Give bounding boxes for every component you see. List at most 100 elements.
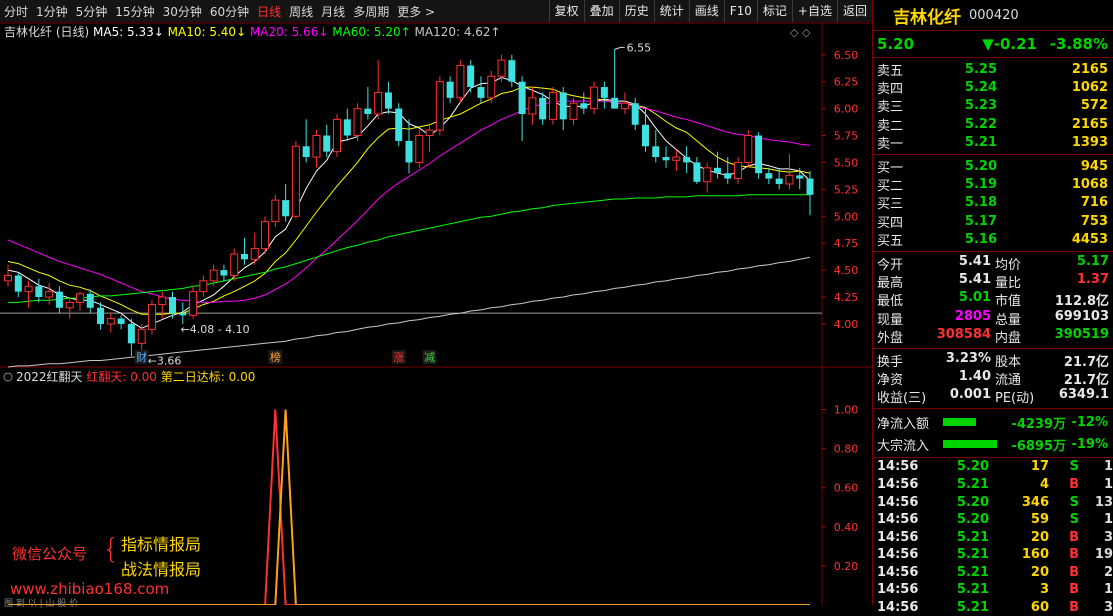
ask-row-4[interactable]: 卖一 5.21 1393 [873,134,1113,152]
price-tick-label: 6.50 [834,49,859,62]
candle[interactable] [456,60,465,104]
stat2-cell: 流通 21.7亿 [991,369,1109,388]
stat-label: 现量 [877,312,904,328]
candle-body [374,91,383,115]
period-tab-2[interactable]: 5分钟 [72,3,112,20]
period-tab-9[interactable]: 多周期 [349,3,393,20]
candle-body [199,280,208,293]
candle-body [744,135,753,163]
tick-count: 13 [1094,494,1113,510]
flow-row-1: 大宗流入 -6895万 -19% [873,433,1113,455]
tick-volume: 4 [1039,476,1049,492]
ma-label-1: MA10: 5.40↓ [168,25,250,39]
flow-bar-track [943,418,1003,427]
book-price: 5.17 [964,213,997,229]
period-tab-3[interactable]: 15分钟 [111,3,158,20]
tick-side: S [1069,459,1079,475]
candle[interactable] [353,103,362,141]
tick-price: 5.21 [956,547,989,563]
tick-row: 14:56 5.21 4 B 1 [873,476,1113,494]
candle[interactable] [548,87,557,125]
toolbar-button-5[interactable]: F10 [723,0,757,22]
toolbar-button-4[interactable]: 画线 [688,0,724,22]
candle-body [652,146,660,158]
ask-row-0[interactable]: 卖五 5.25 2165 [873,60,1113,79]
toolbar-button-2[interactable]: 历史 [618,0,654,22]
candle-body [641,124,649,147]
watermark-line2: 指标情报局 [121,535,202,554]
tick-price: 5.21 [956,564,989,580]
bid-row-1[interactable]: 买二 5.19 1068 [873,175,1113,194]
main-title: 吉林化纤 (日线) [4,25,93,39]
period-tab-7[interactable]: 周线 [285,3,317,20]
candle[interactable] [415,130,424,168]
candle-body [384,92,392,109]
period-tab-8[interactable]: 月线 [317,3,349,20]
candle-body [312,135,321,158]
period-tab-0[interactable]: 分时 [0,3,32,20]
stat-label: 外盘 [877,331,904,347]
bid-row-3[interactable]: 买四 5.17 753 [873,212,1113,231]
tick-volume: 20 [1030,564,1049,580]
tick-volume: 17 [1030,459,1049,475]
indicator-tick-label: 0.20 [834,560,859,573]
indicator-tick-label: 0.80 [834,443,859,456]
period-toolbar: 分时 1分钟 5分钟 15分钟 30分钟 60分钟 日线 周线 月线 多周期 更多 > 复权 叠加 历史… [0,0,872,23]
candle[interactable] [291,140,300,219]
toolbar-button-3[interactable]: 统计 [653,0,689,22]
book-price: 5.23 [964,98,997,114]
candle-body [14,275,22,292]
toolbar-button-7[interactable]: +自选 [791,0,837,22]
book-volume: 1068 [1071,177,1108,193]
tick-side: S [1069,494,1079,510]
badge-0[interactable]: 财 [136,350,147,364]
candle[interactable] [755,132,763,179]
toolbar-button-6[interactable]: 标记 [756,0,792,22]
watermark-cut: 图 到 以 | 山 股 价 [4,599,79,609]
candle[interactable] [435,76,444,136]
candle[interactable] [744,130,753,168]
indicator-tick-label: 0.60 [834,482,859,495]
tick-list[interactable]: 14:56 5.20 17 S 1 14:56 5.21 4 B 1 14:56 5.20 346 S 13… [873,458,1113,616]
period-tab-5[interactable]: 60分钟 [206,3,253,20]
badge-1[interactable]: 榜 [270,350,281,364]
candle[interactable] [261,216,270,254]
candle[interactable] [147,300,156,335]
period-tab-10[interactable]: 更多 > [393,3,439,20]
toolbar-button-8[interactable]: 返回 [836,0,872,22]
stat-value: 3.23% [945,350,991,366]
diamond-icon[interactable]: ◇ ◇ [790,26,811,39]
bid-row-0[interactable]: 买一 5.20 945 [873,157,1113,176]
period-tab-1[interactable]: 1分钟 [32,3,72,20]
candle[interactable] [395,103,403,147]
stat-row-0: 今开 5.41 均价 5.17 [873,254,1113,273]
badge-2[interactable]: 涨 [393,351,404,364]
tick-time: 14:56 [877,459,919,475]
ma-label-0: MA5: 5.33↓ [93,25,168,39]
bid-row-2[interactable]: 买三 5.18 716 [873,194,1113,212]
kline-chart[interactable]: 吉林化纤 (日线) MA5: 5.33↓ MA10: 5.40↓ MA20: 5… [0,22,872,605]
period-tab-6[interactable]: 日线 [253,3,285,20]
toolbar-button-1[interactable]: 叠加 [583,0,619,22]
watermark-brace: { [102,532,120,565]
candle-body [569,102,578,120]
candle-body [487,75,496,99]
tick-volume: 3 [1039,582,1049,598]
badge-3[interactable]: 减 [424,351,435,364]
ask-row-3[interactable]: 卖二 5.22 2165 [873,115,1113,134]
ask-row-2[interactable]: 卖三 5.23 572 [873,97,1113,115]
candle-body [539,97,547,120]
bid-row-4[interactable]: 买五 5.16 4453 [873,231,1113,249]
candle[interactable] [333,113,342,158]
period-tab-4[interactable]: 30分钟 [159,3,206,20]
main-header: 吉林化纤 (日线) MA5: 5.33↓ MA10: 5.40↓ MA20: 5… [4,25,501,39]
book-price: 5.20 [964,158,997,174]
candle-body [106,318,115,325]
candle-body [405,140,413,163]
ask-row-1[interactable]: 卖四 5.24 1062 [873,78,1113,97]
stat-label: 净资 [877,372,904,388]
tick-side: S [1069,512,1079,528]
stat2-cell: 股本 21.7亿 [991,351,1109,370]
book-volume: 572 [1080,98,1108,114]
toolbar-button-0[interactable]: 复权 [548,0,584,22]
